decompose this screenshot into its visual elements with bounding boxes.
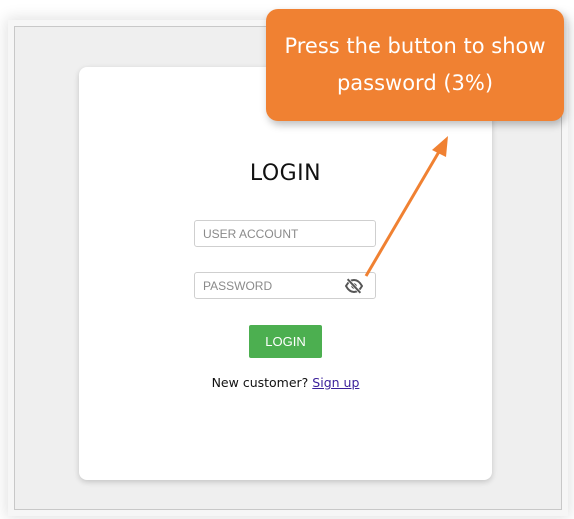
user-account-field xyxy=(194,220,376,247)
signup-line: New customer? Sign up xyxy=(79,375,492,390)
page: LOGIN LOGIN New customer? Sign up Pres xyxy=(0,0,574,519)
eye-slash-icon[interactable] xyxy=(343,277,365,295)
eye-slash-icon-graphic xyxy=(344,278,364,294)
signup-prompt: New customer? xyxy=(211,375,313,390)
annotation-callout: Press the button to show password (3%) xyxy=(266,9,564,121)
login-button[interactable]: LOGIN xyxy=(249,325,322,358)
user-account-input[interactable] xyxy=(195,221,375,246)
login-title: LOGIN xyxy=(249,161,322,186)
signup-link[interactable]: Sign up xyxy=(312,375,359,390)
annotation-text: Press the button to show password (3%) xyxy=(284,34,546,95)
login-card: LOGIN LOGIN New customer? Sign up xyxy=(79,67,492,480)
password-field xyxy=(194,272,376,299)
